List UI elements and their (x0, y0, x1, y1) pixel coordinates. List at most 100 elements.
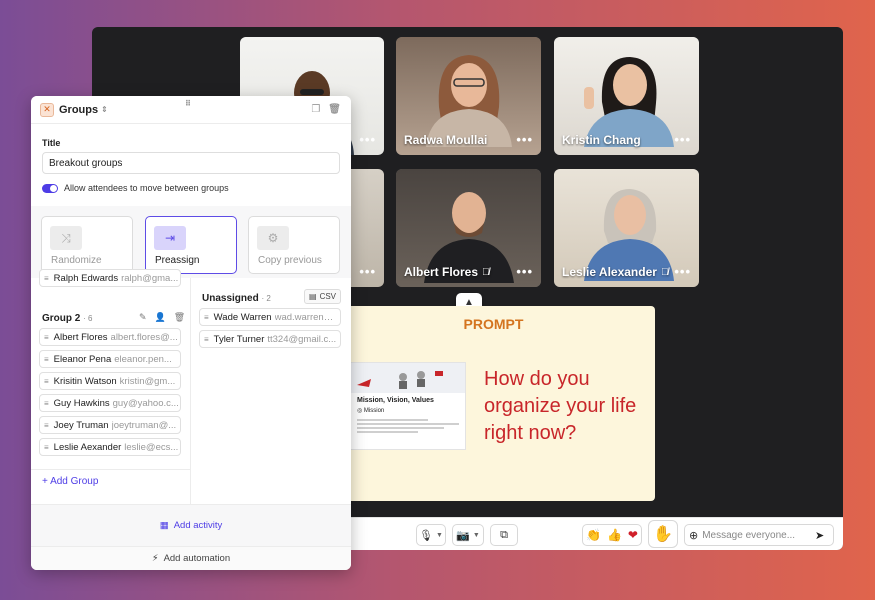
tile-more-button[interactable]: ••• (516, 264, 533, 279)
document-title: Mission, Vision, Values (357, 397, 434, 404)
member-card[interactable]: ≡ Guy Hawkins guy@yahoo.c... (39, 394, 181, 412)
participant-video-icon (425, 55, 512, 147)
add-automation-button[interactable]: ⚡ Add automation (31, 546, 351, 570)
member-email: kristin@gm... (119, 375, 176, 387)
member-name: Tyler Turner (213, 333, 265, 345)
drag-handle-icon[interactable]: ≡ (44, 443, 49, 452)
clap-reaction-button[interactable]: 👏 (586, 528, 601, 542)
video-tile-5[interactable]: Albert Flores 🎙̸ ••• (396, 169, 541, 287)
file-icon: ▤ (309, 292, 317, 301)
video-tile-2[interactable]: Radwa Moullai ••• (396, 37, 541, 155)
member-email: tt324@gmail.c... (267, 333, 337, 345)
allow-move-toggle[interactable] (42, 183, 58, 193)
add-user-icon[interactable]: 👤 (155, 312, 166, 323)
raise-hand-icon: ✋ (653, 526, 673, 543)
member-card[interactable]: ≡ Eleanor Pena eleanor.pen... (39, 350, 181, 368)
mode-randomize[interactable]: ⤨ Randomize (41, 216, 133, 274)
drag-handle-icon[interactable]: ≡ (44, 399, 49, 408)
title-label: Title (42, 138, 61, 148)
member-name: Albert Flores (53, 331, 108, 343)
chevron-down-icon: ▼ (436, 531, 443, 539)
panel-header: ✕ Groups ⇕ ⠿ ❐ 🗑 (31, 96, 351, 124)
member-card[interactable]: ≡ Leslie Aexander leslie@ecs... (39, 438, 181, 456)
tile-more-button[interactable]: ••• (359, 264, 376, 279)
member-email: albert.flores@... (110, 331, 178, 343)
message-input[interactable]: ⊕ Message everyone... ➤ (684, 524, 834, 546)
member-name: Guy Hawkins (53, 397, 110, 409)
video-tile-3[interactable]: Kristin Chang ••• (554, 37, 699, 155)
tile-more-button[interactable]: ••• (674, 132, 691, 147)
trash-icon[interactable]: 🗑 (174, 312, 185, 323)
thumbs-up-reaction-button[interactable]: 👍 (607, 528, 622, 542)
send-icon[interactable]: ➤ (815, 529, 833, 542)
mode-copy-previous[interactable]: ⚙ Copy previous (248, 216, 340, 274)
prompt-question: How do you organize your life right now? (484, 368, 637, 444)
member-email: leslie@ecs... (124, 441, 179, 453)
add-group-button[interactable]: + Add Group (42, 476, 98, 502)
member-card[interactable]: ≡ Ralph Edwards ralph@gma... (39, 269, 181, 287)
mode-label: Preassign (155, 255, 200, 266)
reactions-bar: 👏 👍 ❤ (582, 524, 642, 546)
raise-hand-button[interactable]: ✋ (648, 520, 678, 548)
title-input[interactable]: Breakout groups (42, 152, 340, 174)
document-text-lines (351, 415, 465, 437)
allow-move-row: Allow attendees to move between groups (42, 183, 340, 193)
add-activity-button[interactable]: ▦ Add activity (31, 504, 351, 546)
drag-handle-icon[interactable]: ≡ (44, 274, 49, 283)
groups-icon: ✕ (40, 102, 54, 117)
member-card[interactable]: ≡ Krisitin Watson kristin@gm... (39, 372, 181, 390)
duplicate-icon[interactable]: ❐ (311, 104, 320, 115)
groups-area: ≡ Ralph Edwards ralph@gma... Group 2 · 6… (31, 269, 351, 504)
tile-more-button[interactable]: ••• (359, 132, 376, 147)
heart-reaction-button[interactable]: ❤ (628, 528, 638, 542)
drag-handle-icon[interactable]: ≡ (44, 421, 49, 430)
member-email: joeytruman@... (111, 419, 177, 431)
video-tile-6[interactable]: Leslie Alexander 🎙̸ ••• (554, 169, 699, 287)
camera-icon: 📷 (456, 529, 470, 542)
column-divider (190, 278, 191, 504)
allow-move-label: Allow attendees to move between groups (64, 183, 229, 193)
member-email: ralph@gma... (121, 272, 179, 284)
unassigned-heading: Unassigned · 2 (202, 293, 271, 304)
camera-button[interactable]: 📷 ▼ (452, 524, 484, 546)
copy-settings-icon: ⚙ (257, 226, 289, 250)
message-placeholder: Message everyone... (702, 529, 796, 541)
drag-handle-icon[interactable]: ≡ (44, 333, 49, 342)
tile-more-button[interactable]: ••• (516, 132, 533, 147)
banner-illustration-icon (357, 371, 443, 389)
member-card[interactable]: ≡ Albert Flores albert.flores@... (39, 328, 181, 346)
trash-icon[interactable]: 🗑 (328, 104, 341, 115)
shuffle-icon: ⤨ (50, 226, 82, 250)
target-icon: ◎ (357, 408, 363, 414)
drag-handle-icon[interactable]: ≡ (204, 313, 209, 322)
participant-video-icon (583, 57, 674, 147)
member-name: Wade Warren (213, 311, 272, 323)
edit-icon[interactable]: ✎ (139, 312, 147, 323)
microphone-button[interactable]: 🎙 ▼ (416, 524, 446, 546)
group-2-heading: Group 2 · 6 (42, 313, 93, 324)
mode-preassign[interactable]: ⇥ Preassign (145, 216, 237, 274)
screen-share-button[interactable]: ⧉ (490, 524, 518, 546)
member-card[interactable]: ≡ Tyler Turner tt324@gmail.c... (199, 330, 341, 348)
drag-handle-icon[interactable]: ⠿ (185, 99, 192, 108)
document-banner (351, 363, 465, 393)
prompt-card: PROMPT Mission, Vision, Values ◎ Mission… (332, 306, 655, 501)
chevron-updown-icon[interactable]: ⇕ (101, 105, 108, 114)
globe-icon[interactable]: ⊕ (689, 529, 698, 542)
lightning-icon: ⚡ (151, 553, 159, 564)
member-card[interactable]: ≡ Wade Warren wad.warren@... (199, 308, 341, 326)
csv-import-button[interactable]: ▤ CSV (304, 289, 342, 304)
chevron-down-icon: ▼ (472, 531, 480, 539)
drag-handle-icon[interactable]: ≡ (44, 355, 49, 364)
tile-more-button[interactable]: ••• (674, 264, 691, 279)
member-card[interactable]: ≡ Joey Truman joeytruman@... (39, 416, 181, 434)
grid-icon: ▦ (159, 520, 169, 531)
panel-title[interactable]: Groups (59, 104, 98, 116)
mode-label: Randomize (51, 255, 102, 266)
prompt-document-thumbnail[interactable]: Mission, Vision, Values ◎ Mission (350, 362, 466, 450)
member-name: Joey Truman (53, 419, 109, 431)
drag-handle-icon[interactable]: ≡ (204, 335, 209, 344)
participant-name: Kristin Chang (562, 133, 641, 147)
enter-icon: ⇥ (154, 226, 186, 250)
drag-handle-icon[interactable]: ≡ (44, 377, 49, 386)
